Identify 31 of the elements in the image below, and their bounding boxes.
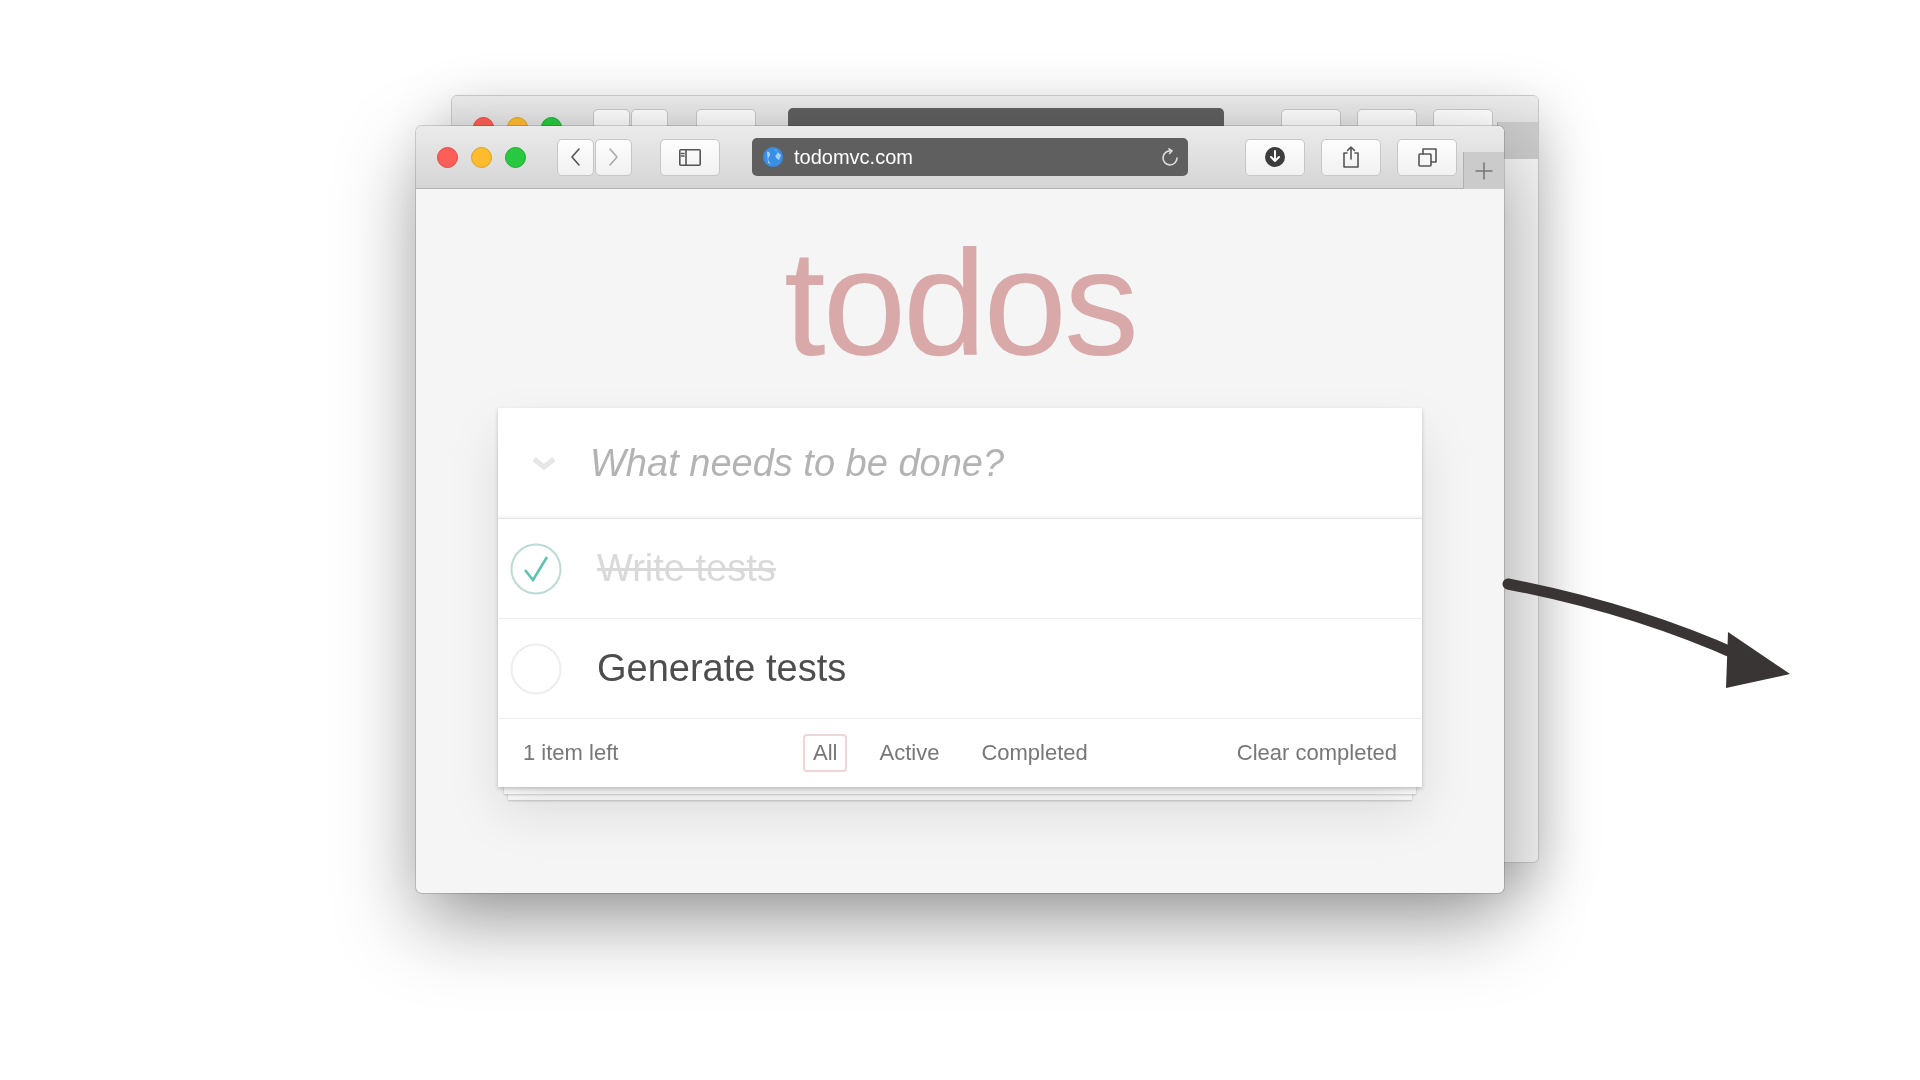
new-todo-field[interactable]: What needs to be done? [590,441,1370,485]
chevron-down-icon[interactable] [531,455,557,471]
reload-icon [1160,148,1178,166]
new-tab-button[interactable] [1463,152,1504,189]
minimize-button[interactable] [471,146,492,168]
filter-link[interactable]: Active [869,734,950,772]
chevron-right-icon [609,148,618,166]
globe-icon [762,146,784,168]
app-title: todos [784,218,1136,389]
url-text: todomvc.com [794,145,914,169]
plus-icon [1475,161,1493,180]
address-bar[interactable]: todomvc.com [752,138,1188,176]
filter-link[interactable]: Completed [971,734,1098,772]
zoom-button[interactable] [505,146,526,168]
filter-link[interactable]: All [803,734,848,772]
forward-button[interactable] [595,138,632,176]
todo-label: Generate tests [597,647,847,690]
tabs-icon [1417,147,1437,167]
close-button[interactable] [437,146,458,168]
tabs-button[interactable] [1397,138,1457,176]
download-icon [1264,146,1286,168]
share-button[interactable] [1321,138,1381,176]
clear-completed-link[interactable]: Clear completed [1236,740,1397,766]
back-button[interactable] [557,138,594,176]
share-icon [1343,146,1359,168]
chevron-left-icon [571,148,580,166]
items-left-count: 1 item left [523,740,620,766]
checkbox[interactable] [510,542,562,595]
sidebar-icon [679,148,701,166]
sidebar-button[interactable] [660,138,720,176]
download-button[interactable] [1245,138,1305,176]
